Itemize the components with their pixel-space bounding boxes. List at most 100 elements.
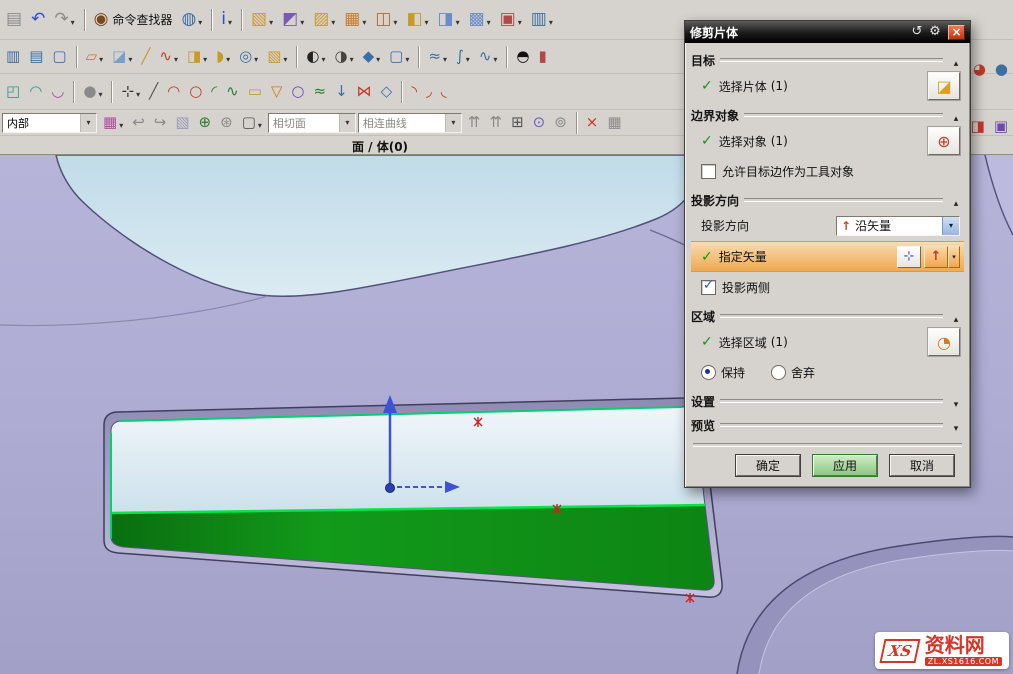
close-icon[interactable]: × [948, 25, 965, 40]
line-icon[interactable]: ╱ [145, 78, 162, 106]
snap-settings-icon[interactable]: ⊛ [216, 109, 237, 137]
discard-radio-item[interactable]: 舍弃 [771, 364, 815, 381]
exploded-views-icon-dropdown[interactable] [487, 10, 491, 29]
allow-target-edge-row[interactable]: 允许目标边作为工具对象 [691, 157, 964, 186]
apply-button[interactable]: 应用 [813, 455, 877, 476]
top-level-icon[interactable]: ⇈ [485, 109, 506, 137]
trim-body-icon-dropdown[interactable] [376, 47, 380, 66]
swept-icon[interactable]: ∫ [452, 43, 474, 71]
redo-icon-dropdown[interactable] [71, 10, 75, 29]
select-object-button[interactable]: ⊕ [928, 127, 960, 155]
datum-plane-icon[interactable]: ◪ [108, 43, 136, 71]
shell-icon[interactable]: ▢ [385, 43, 413, 71]
direction-method-combo[interactable]: ↑ 沿矢量 [836, 216, 960, 236]
selection-magnet-icon[interactable]: ⊚ [550, 109, 571, 137]
studio-spline-icon[interactable]: ∿ [222, 78, 243, 106]
undo-icon[interactable]: ↶ [27, 6, 49, 34]
wave-geometry-linker-icon-dropdown[interactable] [456, 10, 460, 29]
rectangle-select-icon[interactable]: ▢ [238, 109, 266, 137]
discard-radio[interactable] [771, 365, 786, 380]
ok-button[interactable]: 确定 [736, 455, 800, 476]
pattern-component-icon[interactable]: ▦ [340, 6, 370, 34]
datum-axis-icon[interactable]: ╱ [137, 43, 154, 71]
assembly-sequence-icon-dropdown[interactable] [549, 10, 553, 29]
sketch-icon[interactable]: ▱ [82, 43, 108, 71]
dialog-titlebar[interactable]: 修剪片体 ↺ ⚙ × [685, 21, 970, 43]
part-info-icon[interactable]: i [217, 6, 236, 34]
view-sphere-icon[interactable]: ◍ [177, 6, 206, 34]
clip-section-icon[interactable]: × [582, 109, 603, 137]
window-cascade-icon[interactable]: ▥ [2, 43, 24, 71]
move-component-icon[interactable]: ▨ [309, 6, 339, 34]
freeform-surface-icon[interactable]: ◡ [47, 78, 68, 106]
styled-sweep-icon-dropdown[interactable] [493, 47, 497, 66]
ellipse-icon[interactable]: ○ [287, 78, 308, 106]
allow-target-edge-checkbox[interactable] [701, 164, 716, 179]
datum-plane-icon-dropdown[interactable] [128, 47, 132, 66]
swoop-surface-icon[interactable]: ◠ [25, 78, 46, 106]
assembly-load-options-icon[interactable]: ▧ [247, 6, 277, 34]
spline-edit-icon[interactable]: ◟ [437, 78, 451, 106]
extrude-icon[interactable]: ◨ [183, 43, 211, 71]
new-component-icon-dropdown[interactable] [425, 10, 429, 29]
hole-icon-dropdown[interactable] [254, 47, 258, 66]
connected-curves-dropdown[interactable] [445, 114, 461, 132]
block-icon[interactable]: ▧ [263, 43, 291, 71]
swept-icon-dropdown[interactable] [466, 47, 470, 66]
revolve-icon-dropdown[interactable] [226, 47, 230, 66]
move-component-icon-dropdown[interactable] [331, 10, 335, 29]
rectangle-icon[interactable]: ▭ [244, 78, 266, 106]
region-collapse-chevron-icon[interactable] [948, 308, 964, 324]
part-info-icon-dropdown[interactable] [228, 10, 232, 29]
through-curves-icon-dropdown[interactable] [443, 47, 447, 66]
unite-icon-dropdown[interactable] [321, 47, 325, 66]
wave-geometry-linker-icon[interactable]: ◨ [434, 6, 464, 34]
revolve-icon[interactable]: ◗ [212, 43, 234, 71]
reference-set-icon[interactable]: ▣ [496, 6, 526, 34]
rectangle-select-icon-dropdown[interactable] [258, 113, 262, 132]
point-icon-dropdown[interactable] [136, 82, 140, 101]
trim-body-icon[interactable]: ◆ [359, 43, 385, 71]
window-interior-upper[interactable] [111, 407, 705, 513]
polygon-icon[interactable]: ▽ [267, 78, 287, 106]
show-hide-icon[interactable]: ▧ [171, 109, 193, 137]
select-sheet-button[interactable]: ◪ [928, 72, 960, 100]
inferred-vector-button[interactable]: ↑ [924, 246, 948, 268]
intersection-curve-icon[interactable]: ⋈ [353, 78, 376, 106]
section-header-boundary[interactable]: 边界对象 [691, 105, 964, 125]
extrude-icon-dropdown[interactable] [203, 47, 207, 66]
cylinder-icon[interactable]: ▮ [535, 43, 551, 71]
selection-scope-dropdown[interactable] [80, 114, 96, 132]
cancel-button[interactable]: 取消 [890, 455, 954, 476]
next-selection-icon[interactable]: ↪ [150, 109, 171, 137]
work-layer-icon[interactable]: ▣ [990, 112, 1012, 140]
fillet-curve-icon[interactable]: ◜ [207, 78, 221, 106]
vector-origin-point[interactable] [386, 484, 395, 493]
keep-radio[interactable] [701, 365, 716, 380]
sphere-primitive-icon-dropdown[interactable] [98, 82, 102, 101]
curve-tools-icon-dropdown[interactable] [174, 47, 178, 66]
redo-icon[interactable]: ↷ [50, 6, 78, 34]
selection-color-filter-icon-dropdown[interactable] [119, 113, 123, 132]
exploded-views-icon[interactable]: ▩ [465, 6, 495, 34]
vector-options-dropdown[interactable] [948, 246, 960, 268]
pattern-component-icon-dropdown[interactable] [362, 10, 366, 29]
direction-method-dropdown[interactable] [942, 217, 959, 235]
join-curve-icon[interactable]: ◞ [422, 78, 436, 106]
offset-curve-icon[interactable]: ≈ [310, 78, 331, 106]
hole-icon[interactable]: ◎ [235, 43, 262, 71]
boolean-sphere-icon[interactable]: ◓ [512, 43, 533, 71]
keep-radio-item[interactable]: 保持 [701, 364, 745, 381]
four-point-surface-icon[interactable]: ◰ [2, 78, 24, 106]
tangent-faces-dropdown[interactable] [339, 114, 355, 132]
relations-tree-icon[interactable]: ⊞ [507, 109, 528, 137]
project-curve-icon[interactable]: ↓ [331, 78, 352, 106]
projection-collapse-chevron-icon[interactable] [948, 192, 964, 208]
shell-icon-dropdown[interactable] [405, 47, 409, 66]
view-sphere-icon-dropdown[interactable] [198, 10, 202, 29]
mirror-assembly-icon[interactable]: ◫ [371, 6, 401, 34]
reference-set-icon-dropdown[interactable] [518, 10, 522, 29]
selection-color-filter-icon[interactable]: ▦ [99, 109, 127, 137]
through-curves-icon[interactable]: ≈ [424, 43, 451, 71]
preview-collapse-chevron-icon[interactable] [948, 417, 964, 433]
